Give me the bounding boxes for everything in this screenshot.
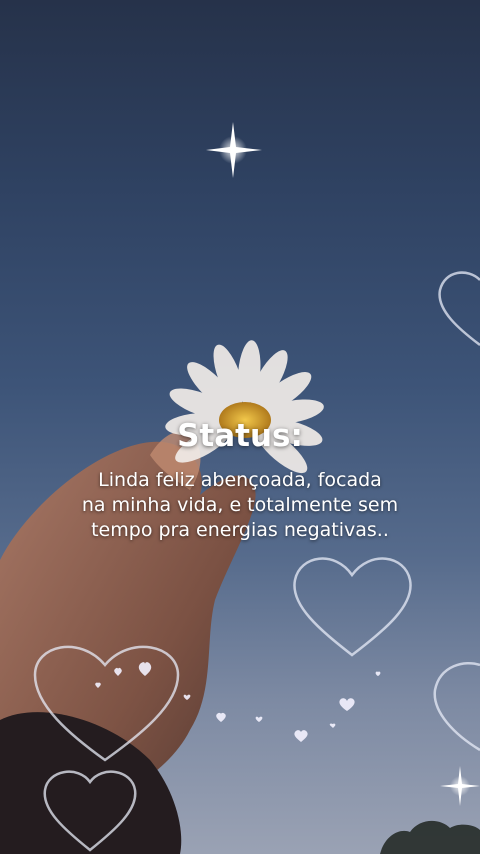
sparkle-icon: [440, 766, 480, 806]
treeline: [380, 820, 480, 854]
caption-line: na minha vida, e totalmente sem: [81, 494, 399, 516]
caption-line: tempo pra energias negativas..: [91, 519, 389, 541]
daisy-flower: [165, 340, 324, 474]
status-title: Status:: [177, 418, 303, 454]
status-caption: Linda feliz abençoada, focada na minha v…: [30, 468, 450, 543]
caption-line: Linda feliz abençoada, focada: [98, 469, 382, 491]
sparkle-icon: [206, 122, 262, 178]
